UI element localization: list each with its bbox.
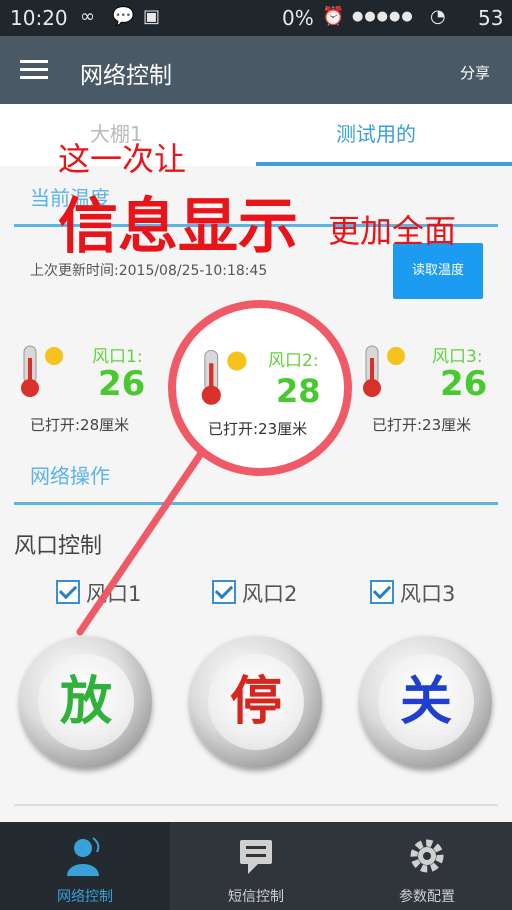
menu-icon[interactable] [20, 60, 48, 80]
checkbox-checked-icon[interactable] [56, 580, 80, 604]
user-icon [67, 837, 100, 876]
vent-opened-text: 已打开:28厘米 [30, 416, 130, 434]
section-divider [14, 502, 498, 505]
bottom-divider [14, 804, 498, 806]
checkbox-label: 风口1 [86, 582, 142, 606]
checkbox-label: 风口2 [242, 582, 298, 606]
network-ops-title: 网络操作 [30, 464, 110, 488]
vent-control-title: 风口控制 [14, 534, 103, 559]
close-vent-button[interactable]: 关 [360, 636, 492, 768]
thermometer-sun-icon [21, 345, 63, 397]
close-vent-label: 关 [378, 654, 474, 750]
checkbox-vent-1[interactable]: 风口1 [56, 578, 141, 608]
vent-temperature: 28 [276, 372, 321, 410]
overlay-text-line2: 信息显示 [58, 192, 298, 262]
thermometer-sun-icon [201, 349, 247, 405]
vent-name: 风口2: [268, 351, 319, 371]
nav-label: 网络控制 [57, 889, 113, 905]
share-button[interactable]: 分享 [460, 62, 490, 83]
vent-temperature: 26 [440, 364, 488, 404]
checkbox-vent-2[interactable]: 风口2 [212, 578, 297, 608]
app-bar: 网络控制 分享 [0, 36, 512, 104]
nav-label: 短信控制 [228, 889, 284, 905]
thermometer-sun-icon [363, 345, 405, 397]
image-icon: ▣ [143, 6, 161, 27]
infinity-icon: ∞ [80, 6, 95, 27]
nav-label: 参数配置 [399, 889, 455, 905]
open-vent-button[interactable]: 放 [20, 636, 152, 768]
vent-temperature: 26 [98, 364, 146, 404]
overlay-text-line1: 这一次让 [58, 140, 187, 178]
checkbox-label: 风口3 [400, 582, 456, 606]
alarm-icon: ⏰ [322, 6, 345, 27]
status-signal-text: 0% [282, 6, 314, 30]
nav-parameter-config[interactable]: 参数配置 [342, 822, 512, 910]
message-icon [240, 840, 272, 874]
vent-opened-text: 已打开:23厘米 [372, 416, 472, 434]
gear-icon [410, 839, 444, 873]
vent-opened-text: 已打开:23厘米 [208, 420, 308, 438]
status-time: 10:20 [10, 6, 68, 30]
chat-icon: 💬 [112, 6, 135, 27]
nav-sms-control[interactable]: 短信控制 [171, 822, 341, 910]
page-title: 网络控制 [80, 63, 172, 89]
status-battery: 53 [478, 6, 504, 30]
checkbox-vent-3[interactable]: 风口3 [370, 578, 455, 608]
checkbox-checked-icon[interactable] [370, 580, 394, 604]
signal-dots-icon: ●●●●● [352, 9, 414, 24]
wifi-icon: ◔ [430, 6, 446, 27]
nav-network-control[interactable]: 网络控制 [0, 822, 170, 910]
tab-test[interactable]: 测试用的 [336, 118, 416, 147]
stop-vent-button[interactable]: 停 [190, 636, 322, 768]
overlay-text-line3: 更加全面 [328, 212, 457, 250]
bottom-nav: 网络控制 短信控制 参数配置 [0, 822, 512, 910]
vent-card-3: 风口3: 26 已打开:23厘米 [356, 338, 512, 438]
vent-card-2-magnified: 风口2: 28 已打开:23厘米 [168, 300, 352, 476]
status-bar: 10:20 ∞ 💬 ▣ 0% ⏰ ●●●●● ◔ 53 [0, 0, 512, 36]
vent-card-1: 风口1: 26 已打开:28厘米 [14, 338, 174, 438]
checkbox-checked-icon[interactable] [212, 580, 236, 604]
open-vent-label: 放 [38, 654, 134, 750]
stop-vent-label: 停 [208, 654, 304, 750]
